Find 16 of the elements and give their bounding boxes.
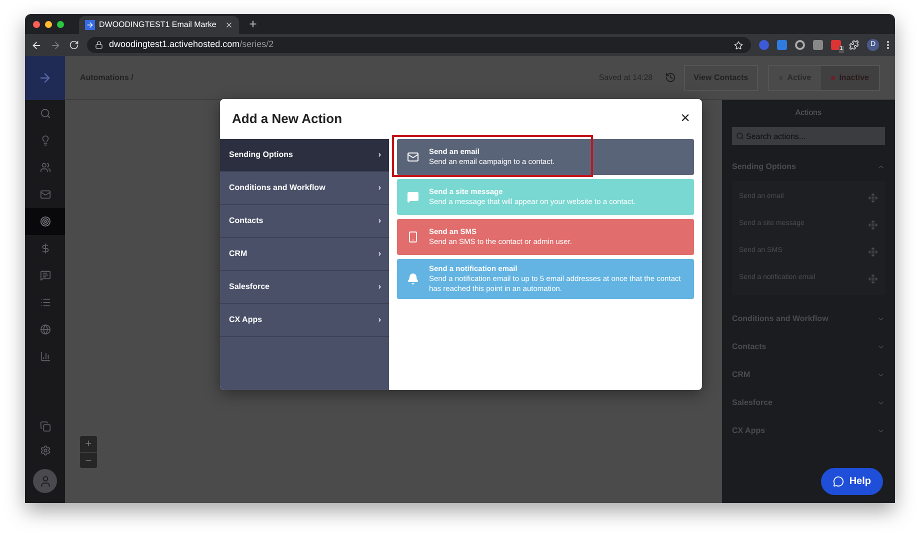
modal-title: Add a New Action	[232, 110, 342, 128]
category-item[interactable]: CRM ›	[220, 238, 389, 271]
category-item[interactable]: Contacts ›	[220, 205, 389, 238]
zoom-in-button[interactable]: +	[80, 436, 97, 452]
category-item[interactable]: Conditions and Workflow ›	[220, 172, 389, 205]
address-bar[interactable]: dwoodingtest1.activehosted.com/series/2	[87, 37, 751, 53]
category-item[interactable]: CX Apps ›	[220, 304, 389, 337]
panel-title: Actions	[794, 107, 823, 119]
tab-title: DWOODINGTEST1 Email Marke	[99, 19, 218, 31]
url-text: dwoodingtest1.activehosted.com/series/2	[109, 38, 274, 52]
zoom-out-button[interactable]: −	[80, 452, 97, 468]
close-button[interactable]: ×	[680, 111, 690, 127]
category-item[interactable]: Salesforce ›	[220, 271, 389, 304]
browser-tab[interactable]: DWOODINGTEST1 Email Marke	[79, 16, 239, 34]
help-button[interactable]: Help	[821, 468, 883, 495]
category-item[interactable]: Sending Options ›	[220, 139, 389, 172]
